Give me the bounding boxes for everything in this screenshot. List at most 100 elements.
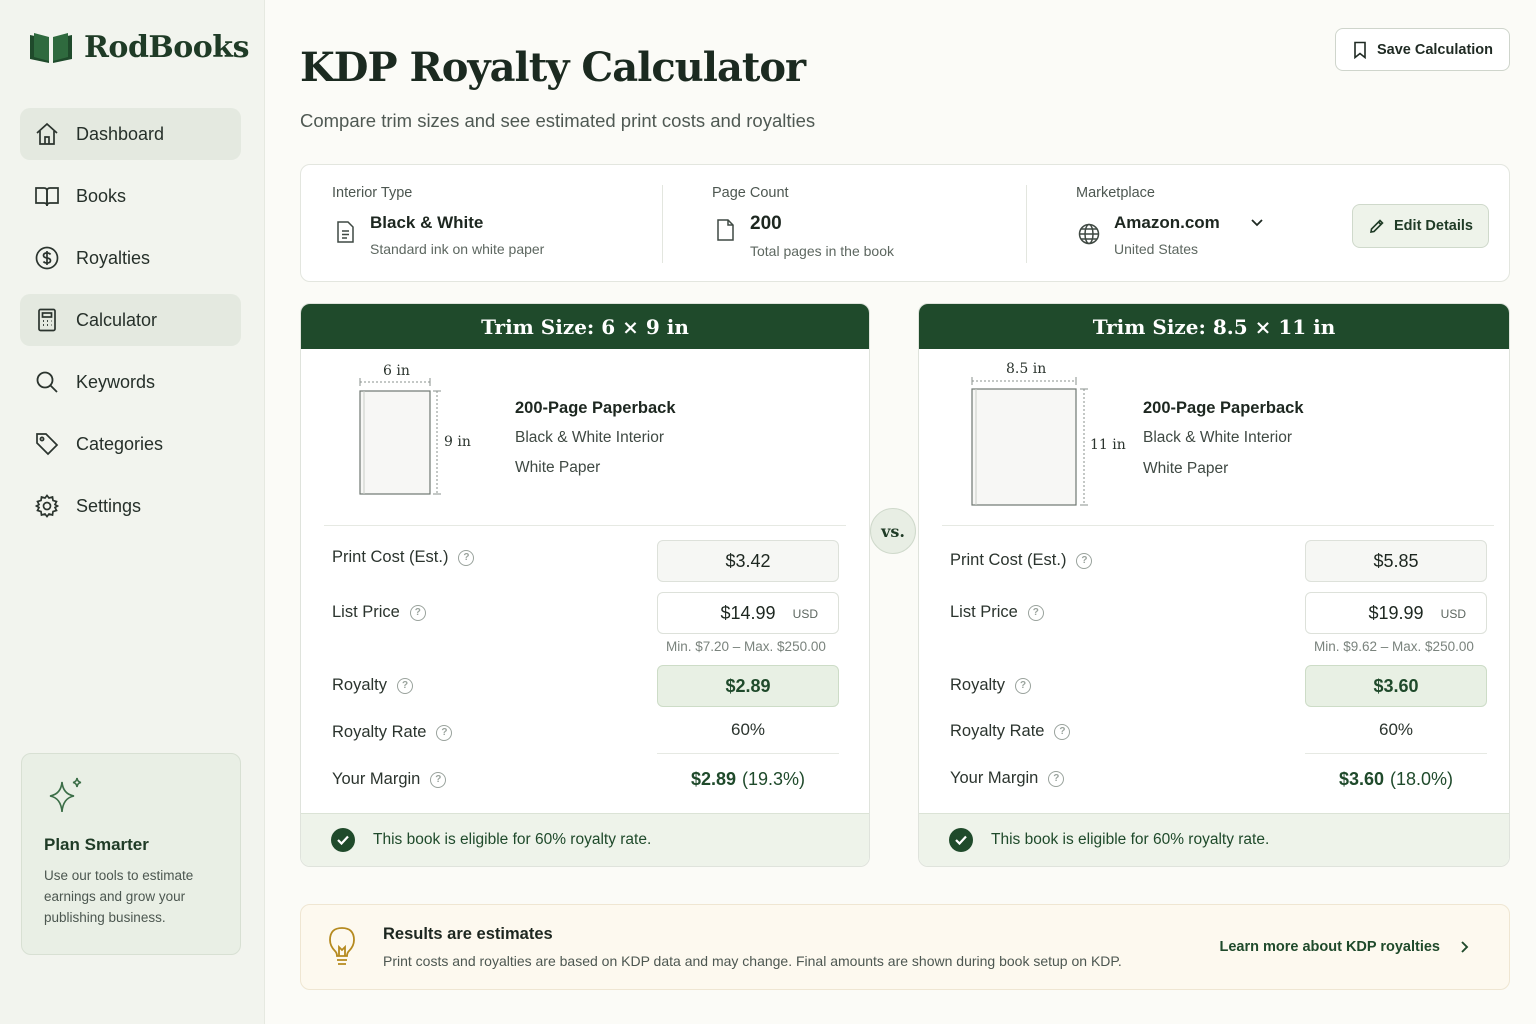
margin-amount: $2.89 <box>690 769 736 789</box>
sidebar-item-royalties[interactable]: Royalties <box>20 232 241 284</box>
interior-type-value: Black & White <box>370 213 484 232</box>
help-icon[interactable]: ? <box>409 604 426 621</box>
sidebar-item-categories[interactable]: Categories <box>20 418 241 470</box>
list-price-value: $14.99 <box>720 602 776 623</box>
divider <box>662 185 663 263</box>
margin-percent: (18.0%) <box>1390 769 1454 789</box>
royalty-row-label: Royalty ? <box>332 676 414 695</box>
trim-card-6x9: Trim Size: 6 × 9 in 6 in 9 in 200-Page P… <box>300 303 870 867</box>
page-title: KDP Royalty Calculator <box>300 44 806 91</box>
home-icon <box>36 122 58 145</box>
book-interior: Black & White Interior <box>515 429 665 446</box>
royalty-value: $2.89 <box>657 665 839 707</box>
interior-type-label: Interior Type <box>332 185 413 201</box>
page-count-field[interactable]: Page Count 200 Total pages in the book <box>712 185 894 259</box>
dollar-circle-icon <box>35 246 59 270</box>
help-icon[interactable]: ? <box>1015 677 1032 694</box>
royalty-rate-value: 60% <box>1378 720 1414 739</box>
help-icon[interactable]: ? <box>1027 604 1044 621</box>
estimates-notice: Results are estimates Print costs and ro… <box>300 904 1510 990</box>
margin-label: Your Margin <box>332 770 421 788</box>
sidebar-item-settings[interactable]: Settings <box>20 480 241 532</box>
logo[interactable]: RodBooks <box>28 30 249 65</box>
sidebar-item-label: Royalties <box>76 247 151 268</box>
list-price-input[interactable]: $14.99 USD <box>657 592 839 634</box>
eligibility-banner: This book is eligible for 60% royalty ra… <box>919 813 1509 866</box>
list-price-row-label: List Price ? <box>332 603 426 622</box>
book-paper: White Paper <box>1143 460 1229 477</box>
help-icon[interactable]: ? <box>1054 723 1071 740</box>
margin-amount: $3.60 <box>1338 769 1384 789</box>
help-icon[interactable]: ? <box>397 677 414 694</box>
learn-more-label: Learn more about KDP royalties <box>1219 939 1440 955</box>
trim-card-header: Trim Size: 6 × 9 in <box>301 304 869 349</box>
eligibility-text: This book is eligible for 60% royalty ra… <box>373 831 652 848</box>
print-cost-label: Print Cost (Est.) <box>332 548 449 566</box>
page-icon <box>717 219 734 241</box>
marketplace-value: Amazon.com <box>1114 213 1220 232</box>
print-cost-value: $3.42 <box>657 540 839 582</box>
check-circle-icon <box>949 828 973 852</box>
sparkle-icon <box>49 777 82 813</box>
help-icon[interactable]: ? <box>436 724 453 741</box>
book-6x9-diagram <box>359 378 441 495</box>
list-price-value: $19.99 <box>1368 602 1424 623</box>
help-icon[interactable]: ? <box>430 771 447 788</box>
eligibility-banner: This book is eligible for 60% royalty ra… <box>301 813 869 866</box>
save-calculation-button[interactable]: Save Calculation <box>1335 28 1510 71</box>
open-book-logo-icon <box>30 32 72 63</box>
sidebar-item-label: Settings <box>76 495 142 516</box>
save-calculation-label: Save Calculation <box>1376 41 1494 58</box>
width-label: 8.5 in <box>1006 361 1047 377</box>
height-label: 9 in <box>444 434 471 450</box>
margin-label: Your Margin <box>950 769 1039 787</box>
print-cost-row-label: Print Cost (Est.) ? <box>332 548 475 567</box>
book-interior: Black & White Interior <box>1143 429 1293 446</box>
eligibility-text: This book is eligible for 60% royalty ra… <box>991 831 1270 848</box>
sidebar-item-label: Calculator <box>76 309 158 330</box>
gear-icon <box>34 494 60 518</box>
height-label: 11 in <box>1090 437 1126 453</box>
bookmark-icon <box>1354 41 1366 59</box>
list-price-input[interactable]: $19.99 USD <box>1305 592 1487 634</box>
chevron-right-icon <box>1461 941 1469 953</box>
page-subtitle: Compare trim sizes and see estimated pri… <box>300 110 816 131</box>
plan-smarter-card: Plan Smarter Use our tools to estimate e… <box>21 753 241 955</box>
currency-label: USD <box>1440 607 1466 621</box>
width-label: 6 in <box>383 363 410 379</box>
lightbulb-icon <box>329 927 355 965</box>
edit-details-button[interactable]: Edit Details <box>1352 204 1489 248</box>
royalty-label: Royalty <box>332 676 388 694</box>
pencil-icon <box>1370 218 1384 233</box>
price-range: Min. $7.20 – Max. $250.00 <box>666 639 826 654</box>
royalty-rate-row-label: Royalty Rate ? <box>950 722 1071 741</box>
sidebar-item-calculator[interactable]: Calculator <box>20 294 241 346</box>
sidebar-item-keywords[interactable]: Keywords <box>20 356 241 408</box>
book-title: 200-Page Paperback <box>1143 399 1304 417</box>
marketplace-field[interactable]: Marketplace Amazon.com United States <box>1076 185 1264 257</box>
document-icon <box>337 221 354 243</box>
tag-icon <box>36 433 59 456</box>
sidebar-item-books[interactable]: Books <box>20 170 241 222</box>
sidebar-item-label: Dashboard <box>76 123 165 144</box>
sidebar-item-dashboard[interactable]: Dashboard <box>20 108 241 160</box>
sidebar-item-label: Books <box>76 185 127 206</box>
sidebar: RodBooks Dashboard Books Royalties Calcu… <box>0 0 265 1024</box>
help-icon[interactable]: ? <box>458 549 475 566</box>
learn-more-link[interactable]: Learn more about KDP royalties <box>1219 939 1469 955</box>
price-range: Min. $9.62 – Max. $250.00 <box>1314 639 1474 654</box>
help-icon[interactable]: ? <box>1048 770 1065 787</box>
currency-label: USD <box>792 607 818 621</box>
edit-details-label: Edit Details <box>1394 218 1473 234</box>
plan-text: Use our tools to estimate earnings and g… <box>44 868 194 925</box>
notice-text: Print costs and royalties are based on K… <box>383 953 1122 969</box>
book-8-5x11-diagram <box>971 377 1088 506</box>
trim-card-8-5x11: Trim Size: 8.5 × 11 in 8.5 in 11 in 200-… <box>918 303 1510 867</box>
print-cost-row-label: Print Cost (Est.) ? <box>950 551 1093 570</box>
sidebar-item-label: Categories <box>76 433 164 454</box>
interior-type-field[interactable]: Interior Type Black & White Standard ink… <box>332 185 544 257</box>
list-price-label: List Price <box>332 603 400 621</box>
divider <box>1026 185 1027 263</box>
chevron-down-icon[interactable] <box>1250 218 1264 228</box>
help-icon[interactable]: ? <box>1076 552 1093 569</box>
